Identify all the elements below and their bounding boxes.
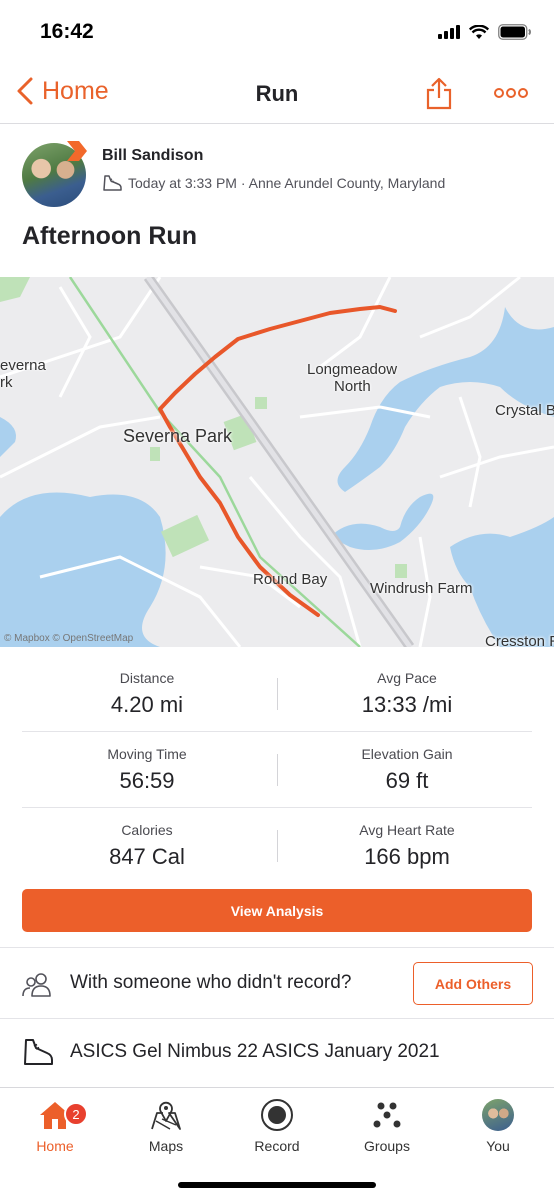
tab-label: Groups [364, 1138, 410, 1154]
gear-name: ASICS Gel Nimbus 22 ASICS January 2021 [70, 1041, 440, 1062]
share-button[interactable] [425, 76, 453, 115]
stat-value: 69 ft [385, 768, 429, 793]
tab-maps[interactable]: Maps [111, 1096, 221, 1154]
stat-moving-time: Moving Time 56:59 [22, 732, 272, 794]
status-time: 16:42 [40, 20, 94, 43]
tab-icon [111, 1096, 221, 1134]
page-title: Run [255, 81, 299, 106]
stat-divider [277, 678, 278, 710]
stats-row: Calories 847 Cal Avg Heart Rate 166 bpm [22, 808, 532, 884]
tab-label: You [486, 1138, 510, 1154]
navigation-bar: Home Run [0, 62, 554, 124]
activity-map[interactable]: everna rk Severna Park Longmeadow North … [0, 277, 554, 647]
activity-title: Afternoon Run [22, 222, 197, 250]
add-others-prompt: With someone who didn't record? [70, 972, 352, 993]
stat-label: Moving Time [107, 746, 187, 762]
add-others-row: With someone who didn't record? Add Othe… [0, 947, 554, 1018]
stat-label: Calories [121, 822, 173, 838]
activity-stats: Distance 4.20 mi Avg Pace 13:33 /mi Movi… [22, 656, 532, 884]
stat-label: Avg Pace [377, 670, 437, 686]
stat-elevation-gain: Elevation Gain 69 ft [282, 732, 532, 794]
stat-value: 847 Cal [109, 844, 185, 869]
notification-badge: 2 [64, 1102, 88, 1126]
map-label: everna [0, 357, 46, 374]
tab-label: Maps [148, 1138, 184, 1154]
stat-avg-heart-rate: Avg Heart Rate 166 bpm [282, 808, 532, 870]
more-options-button[interactable] [494, 86, 528, 104]
stat-calories: Calories 847 Cal [22, 808, 272, 870]
stat-value: 56:59 [119, 768, 175, 793]
map-pin-icon [151, 1101, 181, 1130]
tab-label: Home [36, 1138, 74, 1154]
map-label: North [334, 378, 371, 395]
tab-icon [332, 1096, 442, 1134]
shoe-icon [103, 175, 122, 191]
athlete-header: Bill Sandison Today at 3:33 PM · Anne Ar… [22, 141, 542, 213]
tab-record[interactable]: Record [222, 1096, 332, 1154]
home-indicator [178, 1182, 376, 1188]
stats-row: Distance 4.20 mi Avg Pace 13:33 /mi [22, 656, 532, 732]
map-label: Cresston R [485, 633, 554, 647]
stat-divider [277, 830, 278, 862]
athlete-name[interactable]: Bill Sandison [102, 147, 203, 165]
record-icon [261, 1099, 293, 1131]
more-dots-icon [494, 88, 528, 98]
stat-label: Avg Heart Rate [359, 822, 455, 838]
status-bar: 16:42 [0, 0, 554, 62]
map-label: rk [0, 374, 13, 391]
stats-row: Moving Time 56:59 Elevation Gain 69 ft [22, 732, 532, 808]
share-icon [426, 77, 452, 110]
cellular-signal-icon [438, 25, 460, 39]
map-label: Windrush Farm [370, 580, 473, 597]
wifi-icon [469, 24, 489, 39]
tab-icon [443, 1096, 553, 1134]
activity-meta-text: Today at 3:33 PM · Anne Arundel County, … [128, 175, 446, 191]
tab-label: Record [254, 1138, 300, 1154]
stat-distance: Distance 4.20 mi [22, 656, 272, 718]
shoe-icon [24, 1039, 53, 1065]
map-label: Crystal B [495, 402, 554, 419]
activity-meta: Today at 3:33 PM · Anne Arundel County, … [102, 174, 445, 192]
tab-icon [222, 1096, 332, 1134]
map-attribution[interactable]: © Mapbox © OpenStreetMap [4, 633, 133, 644]
stat-value: 166 bpm [364, 844, 450, 869]
stat-label: Distance [119, 670, 175, 686]
map-label: Longmeadow [307, 361, 398, 378]
stat-divider [277, 754, 278, 786]
stat-avg-pace: Avg Pace 13:33 /mi [282, 656, 532, 718]
map-label: Round Bay [253, 571, 328, 588]
groups-icon [373, 1102, 401, 1128]
status-icons [438, 24, 532, 40]
profile-avatar [482, 1099, 514, 1131]
view-analysis-button[interactable]: View Analysis [22, 889, 532, 932]
battery-icon [498, 24, 531, 40]
tab-home[interactable]: 2 Home [0, 1096, 110, 1154]
tab-groups[interactable]: Groups [332, 1096, 442, 1154]
stat-label: Elevation Gain [361, 746, 453, 762]
add-others-button[interactable]: Add Others [413, 962, 533, 1005]
tab-icon: 2 [0, 1096, 110, 1134]
tab-you[interactable]: You [443, 1096, 553, 1154]
people-icon [22, 973, 51, 997]
stat-value: 4.20 mi [110, 692, 184, 717]
map-label: Severna Park [123, 426, 233, 446]
gear-row[interactable]: ASICS Gel Nimbus 22 ASICS January 2021 [0, 1018, 554, 1084]
stat-value: 13:33 /mi [361, 692, 453, 717]
